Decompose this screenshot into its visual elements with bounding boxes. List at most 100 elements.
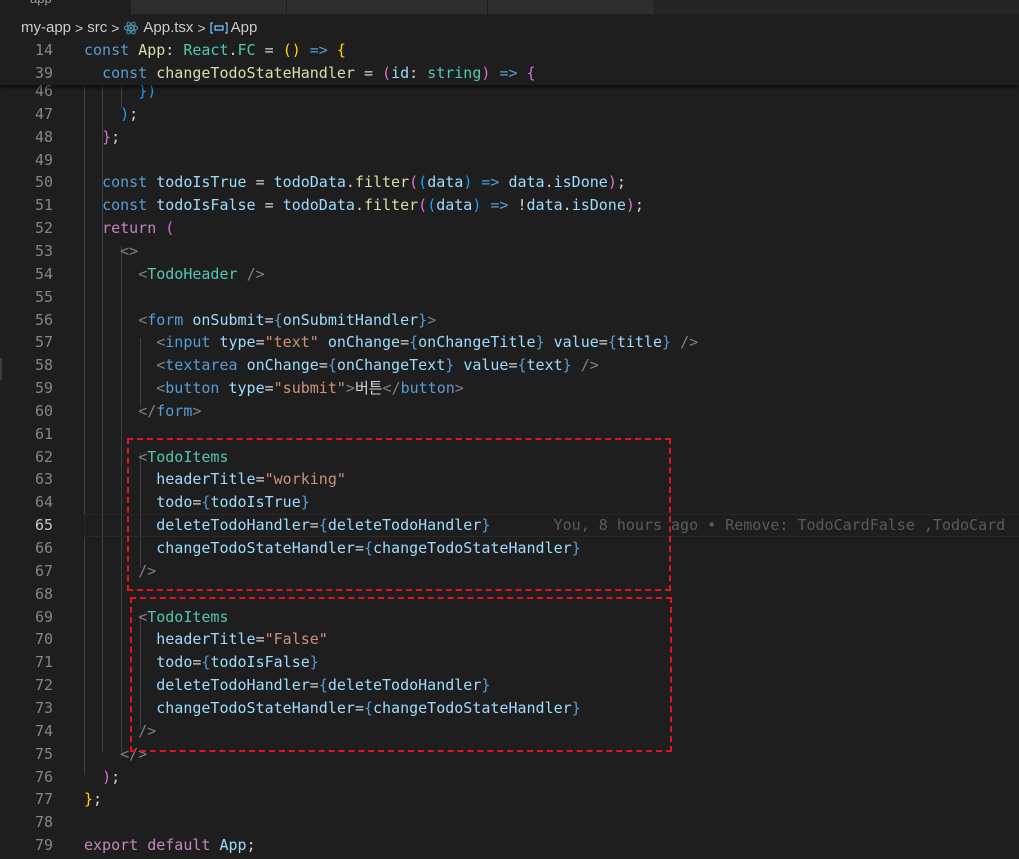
code-line[interactable]: 56 <form onSubmit={onSubmitHandler}> — [0, 309, 1019, 332]
code-token: = — [264, 310, 274, 329]
highlight-box-working — [127, 438, 671, 591]
code-line[interactable]: 54 <TodoHeader /> — [0, 263, 1019, 286]
code-text[interactable]: <form onSubmit={onSubmitHandler}> — [84, 309, 436, 332]
line-number: 52 — [34, 219, 53, 238]
code-token: const — [102, 64, 148, 82]
code-text[interactable]: </form> — [84, 400, 201, 423]
code-token: export — [84, 836, 139, 855]
chevron-right-icon: > — [111, 20, 120, 36]
code-line[interactable]: 47 ); — [0, 103, 1019, 126]
code-text[interactable]: <button type="submit">버튼</button> — [84, 377, 464, 400]
code-text[interactable]: <textarea onChange={onChangeText} value=… — [84, 354, 599, 377]
line-number: 56 — [34, 310, 53, 329]
sticky-scroll-header[interactable]: 14 const App: React.FC = () => {39 const … — [0, 39, 1019, 85]
code-line[interactable]: 49 — [0, 149, 1019, 172]
code-line[interactable]: 59 <button type="submit">버튼</button> — [0, 377, 1019, 400]
code-token: ) — [120, 104, 130, 123]
code-token: isDone — [571, 196, 626, 215]
code-line[interactable]: 79 export default App; — [0, 834, 1019, 857]
breadcrumb-folder-my-app[interactable]: my-app — [21, 17, 71, 39]
code-line[interactable]: 78 — [0, 811, 1019, 834]
code-line[interactable]: 52 return ( — [0, 217, 1019, 240]
code-text[interactable]: return ( — [84, 217, 174, 240]
code-token: = — [354, 64, 383, 82]
code-line[interactable]: 60 </form> — [0, 400, 1019, 423]
code-line[interactable]: 53 <> — [0, 240, 1019, 263]
code-text[interactable]: }; — [84, 126, 120, 149]
line-number: 72 — [34, 676, 53, 695]
code-token: ; — [129, 104, 139, 123]
editor-tab-active[interactable]: app — [0, 0, 131, 14]
line-number: 77 — [34, 790, 53, 809]
code-line[interactable]: 46 }) — [0, 85, 1019, 103]
line-number: 50 — [34, 173, 53, 192]
code-token: => — [490, 196, 509, 215]
code-token: } — [84, 790, 94, 809]
editor-tab[interactable] — [287, 0, 488, 14]
code-text[interactable]: const todoIsTrue = todoData.filter((data… — [84, 171, 626, 194]
line-number: 71 — [34, 653, 53, 672]
code-token: => — [481, 173, 500, 192]
code-token: => — [499, 64, 518, 82]
code-text[interactable]: ); — [84, 103, 138, 126]
code-token: "text" — [264, 333, 319, 352]
code-text[interactable]: }) — [84, 85, 156, 103]
code-line[interactable]: 51 const todoIsFalse = todoData.filter((… — [0, 194, 1019, 217]
editor-tab[interactable] — [131, 0, 287, 14]
code-line[interactable]: 58 <textarea onChange={onChangeText} val… — [0, 354, 1019, 377]
code-text[interactable]: const todoIsFalse = todoData.filter((dat… — [84, 194, 644, 217]
line-number: 79 — [34, 836, 53, 855]
code-token: } — [102, 127, 112, 146]
breadcrumb: my-app > src > App.tsx > App — [21, 17, 257, 39]
breadcrumb-folder-src[interactable]: src — [87, 17, 107, 39]
code-token: . — [354, 196, 364, 215]
line-number: 39 — [34, 64, 53, 82]
line-number: 68 — [34, 584, 53, 603]
code-token: > — [192, 401, 202, 420]
code-token: button — [400, 379, 455, 398]
code-line[interactable]: 76 ); — [0, 766, 1019, 789]
line-number: 53 — [34, 241, 53, 260]
editor-tab[interactable] — [488, 0, 655, 14]
code-token: < — [156, 379, 166, 398]
code-text[interactable]: export default App; — [84, 834, 256, 857]
code-line[interactable]: 14 const App: React.FC = () => { — [0, 39, 1019, 62]
code-text[interactable]: <> — [84, 240, 138, 263]
code-token: } — [662, 333, 672, 352]
code-line[interactable]: 48 }; — [0, 126, 1019, 149]
line-number: 59 — [34, 379, 53, 398]
code-line[interactable]: 39 const changeTodoStateHandler = (id: s… — [0, 62, 1019, 85]
code-token: = — [255, 333, 265, 352]
code-line[interactable]: 50 const todoIsTrue = todoData.filter((d… — [0, 171, 1019, 194]
code-token: { — [273, 310, 283, 329]
code-token: = — [318, 356, 328, 375]
breadcrumb-symbol[interactable]: App — [231, 17, 258, 39]
code-token: > — [427, 310, 437, 329]
code-token: filter — [363, 196, 419, 215]
code-text[interactable]: ); — [84, 766, 120, 789]
code-text[interactable]: <input type="text" onChange={onChangeTit… — [84, 331, 698, 354]
code-text[interactable]: const changeTodoStateHandler = (id: stri… — [84, 62, 536, 85]
line-number: 75 — [34, 744, 53, 763]
code-text[interactable]: }; — [84, 788, 102, 811]
code-text[interactable]: const App: React.FC = () => { — [84, 39, 346, 62]
code-text[interactable]: <TodoHeader /> — [84, 263, 264, 286]
code-token: form — [156, 401, 193, 420]
code-line[interactable]: 77}; — [0, 788, 1019, 811]
code-line[interactable]: 57 <input type="text" onChange={onChange… — [0, 331, 1019, 354]
breadcrumb-file[interactable]: App.tsx — [143, 17, 193, 39]
code-token: button — [165, 379, 220, 398]
code-token: > — [454, 379, 464, 398]
code-line[interactable]: 55 — [0, 286, 1019, 309]
code-token: ; — [111, 127, 121, 146]
